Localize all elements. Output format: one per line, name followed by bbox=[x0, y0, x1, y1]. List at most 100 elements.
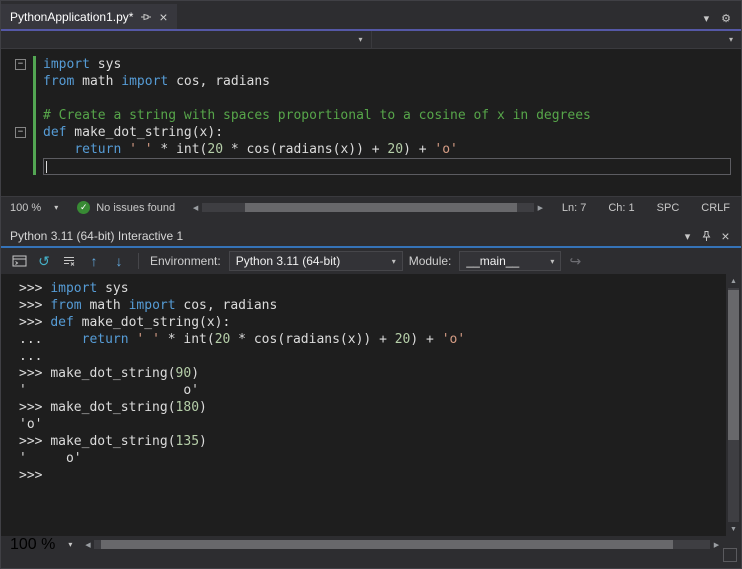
code-token: >>> bbox=[19, 468, 43, 483]
code-token: 180 bbox=[175, 400, 200, 415]
code-token: # Create a string with spaces proportion… bbox=[43, 108, 591, 123]
document-tab[interactable]: PythonApplication1.py* × bbox=[1, 4, 177, 29]
editor-line[interactable] bbox=[15, 90, 741, 107]
history-previous-icon[interactable]: ↑ bbox=[83, 250, 105, 272]
issues-text: No issues found bbox=[96, 201, 176, 214]
reset-icon[interactable]: ↺ bbox=[33, 250, 55, 272]
caret-line-text bbox=[43, 158, 731, 175]
chevron-down-icon[interactable]: ▾ bbox=[704, 12, 710, 25]
gear-icon[interactable]: ⚙ bbox=[721, 12, 731, 25]
code-token: ... bbox=[19, 332, 51, 347]
interactive-line[interactable]: >>> bbox=[19, 467, 726, 484]
scrollbar-track[interactable] bbox=[202, 203, 534, 212]
scroll-right-icon[interactable]: ▶ bbox=[710, 538, 723, 552]
code-token: make_dot_string( bbox=[50, 366, 176, 381]
scroll-up-icon[interactable]: ▲ bbox=[726, 274, 741, 288]
pane-separator bbox=[1, 218, 741, 226]
document-tab-title: PythonApplication1.py* bbox=[10, 9, 134, 24]
editor-line[interactable] bbox=[15, 158, 741, 175]
redo-icon[interactable]: ↪ bbox=[564, 250, 586, 272]
editor-line[interactable]: − def make_dot_string(x): bbox=[15, 124, 741, 141]
editor-horizontal-scrollbar[interactable]: ◀ ▶ bbox=[189, 201, 547, 215]
scrollbar-thumb[interactable] bbox=[728, 290, 739, 441]
line-ending-indicator[interactable]: CRLF bbox=[690, 202, 741, 214]
code-editor[interactable]: − import sys from math import cos, radians… bbox=[1, 49, 741, 196]
code-token: 'o' bbox=[441, 332, 466, 347]
environment-label: Environment: bbox=[150, 254, 221, 268]
zoom-value: 100 % bbox=[10, 201, 42, 214]
interactive-vertical-scrollbar[interactable]: ▲ ▼ bbox=[726, 274, 741, 536]
editor-line[interactable]: − import sys bbox=[15, 56, 741, 73]
spaces-indicator[interactable]: SPC bbox=[646, 202, 691, 214]
editor-line[interactable]: # Create a string with spaces proportion… bbox=[15, 107, 741, 124]
fold-collapse-icon[interactable]: − bbox=[15, 127, 26, 138]
text-caret bbox=[46, 161, 47, 173]
pin-icon[interactable] bbox=[697, 230, 716, 242]
pin-icon[interactable] bbox=[140, 11, 152, 23]
code-token: sys bbox=[89, 57, 122, 72]
zoom-select[interactable]: 100 % ▾ bbox=[1, 536, 81, 554]
editor-line[interactable]: from math import cos, radians bbox=[15, 73, 741, 90]
interactive-bottom-bar: 100 % ▾ ◀ ▶ bbox=[1, 536, 741, 553]
scroll-left-icon[interactable]: ◀ bbox=[189, 201, 202, 215]
interactive-line[interactable]: >>> import sys bbox=[19, 280, 726, 297]
types-dropdown[interactable]: ▾ bbox=[1, 31, 372, 48]
code-token: ' ' bbox=[129, 142, 153, 157]
toolbar-separator bbox=[138, 253, 139, 269]
scrollbar-track[interactable] bbox=[728, 288, 739, 522]
change-tracking-bar bbox=[33, 141, 36, 158]
code-text: from math import cos, radians bbox=[43, 73, 731, 90]
interactive-line[interactable]: >>> make_dot_string(90) bbox=[19, 365, 726, 382]
visual-studio-window: PythonApplication1.py* × ▾ ⚙ ▾ ▾ − import… bbox=[0, 0, 742, 569]
interactive-line[interactable]: ... return ' ' * int(20 * cos(radians(x)… bbox=[19, 331, 726, 348]
interactive-line[interactable]: >>> def make_dot_string(x): bbox=[19, 314, 726, 331]
document-health-indicator[interactable]: ✓ No issues found bbox=[67, 201, 185, 214]
module-dropdown[interactable]: __main__ ▾ bbox=[459, 251, 562, 271]
scroll-left-icon[interactable]: ◀ bbox=[81, 538, 94, 552]
code-token: import bbox=[43, 57, 90, 72]
interactive-lines[interactable]: >>> import sys >>> from math import cos, … bbox=[1, 274, 726, 536]
interactive-window-header[interactable]: Python 3.11 (64-bit) Interactive 1 ▾ × bbox=[1, 226, 741, 246]
code-token: * int( bbox=[159, 332, 215, 347]
history-next-icon[interactable]: ↓ bbox=[108, 250, 130, 272]
change-tracking-bar bbox=[33, 73, 36, 90]
editor-line[interactable]: return ' ' * int(20 * cos(radians(x)) + … bbox=[15, 141, 741, 158]
code-token: 20 bbox=[394, 332, 411, 347]
environment-dropdown[interactable]: Python 3.11 (64-bit) ▾ bbox=[228, 251, 403, 271]
chevron-down-icon: ▾ bbox=[550, 256, 555, 266]
window-position-chevron-icon[interactable]: ▾ bbox=[678, 230, 697, 243]
interactive-line[interactable]: >>> from math import cos, radians bbox=[19, 297, 726, 314]
zoom-select[interactable]: 100 % ▾ bbox=[1, 202, 67, 214]
fold-margin: − bbox=[15, 124, 33, 141]
interactive-horizontal-scrollbar[interactable]: ◀ ▶ bbox=[81, 538, 723, 552]
scrollbar-thumb[interactable] bbox=[100, 540, 674, 549]
fold-collapse-icon[interactable]: − bbox=[15, 59, 26, 70]
scroll-right-icon[interactable]: ▶ bbox=[534, 201, 547, 215]
code-token: from bbox=[50, 298, 82, 313]
close-icon[interactable]: × bbox=[159, 10, 167, 24]
interactive-line[interactable]: ... bbox=[19, 348, 726, 365]
close-icon[interactable]: × bbox=[716, 228, 735, 244]
fold-margin: − bbox=[15, 56, 33, 73]
scroll-down-icon[interactable]: ▼ bbox=[726, 522, 741, 536]
members-dropdown[interactable]: ▾ bbox=[372, 31, 742, 48]
code-token: >>> bbox=[19, 298, 51, 313]
code-token: 'o' bbox=[434, 142, 458, 157]
console-window-icon[interactable] bbox=[8, 250, 30, 272]
editor-status-bar: 100 % ▾ ✓ No issues found ◀ ▶ Ln: 7 Ch: … bbox=[1, 196, 741, 218]
chevron-down-icon: ▾ bbox=[728, 35, 733, 44]
code-token: return bbox=[74, 142, 122, 157]
line-indicator: Ln: 7 bbox=[561, 201, 587, 214]
clear-all-icon[interactable] bbox=[58, 250, 80, 272]
interactive-line[interactable]: >>> make_dot_string(135) bbox=[19, 433, 726, 450]
interactive-line[interactable]: 'o' bbox=[19, 416, 726, 433]
interactive-line[interactable]: ' o' bbox=[19, 382, 726, 399]
interactive-line[interactable]: >>> make_dot_string(180) bbox=[19, 399, 726, 416]
scrollbar-track[interactable] bbox=[94, 540, 710, 549]
chevron-down-icon: ▾ bbox=[391, 256, 396, 266]
interactive-line[interactable]: ' o' bbox=[19, 450, 726, 467]
code-token: def bbox=[50, 315, 74, 330]
scrollbar-thumb[interactable] bbox=[245, 203, 518, 212]
